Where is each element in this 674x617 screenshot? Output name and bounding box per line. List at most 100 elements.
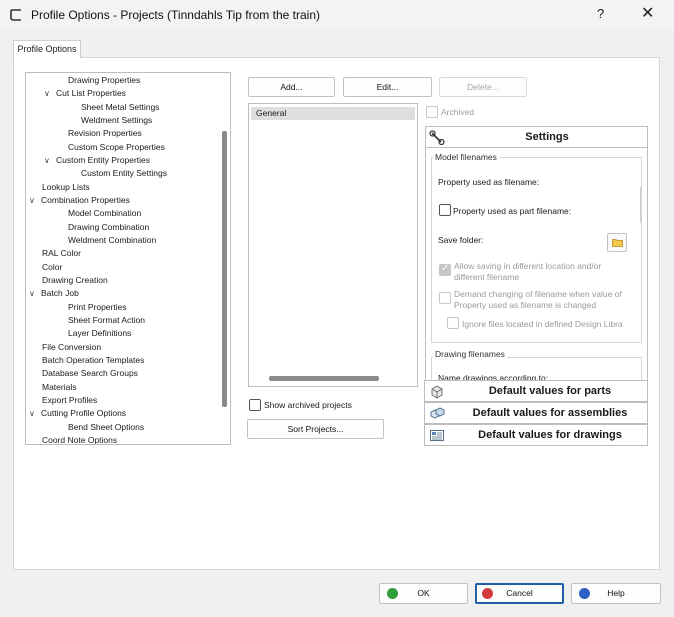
tree-item[interactable]: Weldment Settings	[81, 114, 152, 127]
save-folder-label: Save folder:	[438, 235, 484, 245]
tree-item[interactable]: Color	[42, 261, 62, 274]
tree-item-label: Custom Entity Settings	[81, 168, 167, 179]
tree-item-label: RAL Color	[42, 248, 81, 259]
archived-checkbox[interactable]	[426, 106, 438, 118]
default-values-assemblies-header[interactable]: Default values for assemblies	[424, 402, 648, 424]
cancel-button[interactable]: Cancel	[475, 583, 564, 604]
ignore-files-label: Ignore files located in defined Design L…	[462, 319, 623, 329]
tree-item-label: Coord Note Options	[42, 434, 118, 445]
property-part-checkbox[interactable]	[439, 204, 451, 216]
allow-saving-checkbox[interactable]	[439, 263, 451, 276]
default-values-drawings-header[interactable]: Default values for drawings	[424, 424, 648, 446]
tree-scroll-thumb[interactable]	[222, 131, 227, 407]
cancel-label: Cancel	[506, 588, 533, 598]
edit-button[interactable]: Edit...	[343, 77, 432, 97]
ok-label: OK	[417, 588, 430, 598]
tree-item-label: Bend Sheet Options	[68, 421, 145, 432]
default-values-parts-header[interactable]: Default values for parts	[424, 380, 648, 402]
close-button[interactable]: ✕	[641, 3, 654, 23]
property-part-label: Property used as part filename:	[453, 206, 572, 216]
project-list[interactable]: General	[248, 103, 418, 387]
tree-item[interactable]: File Conversion	[42, 341, 101, 354]
tree-item-label: Revision Properties	[68, 128, 142, 139]
tree-item[interactable]: ∨ Cutting Profile Options	[29, 407, 126, 420]
app-logo-icon	[10, 9, 21, 21]
property-used-label: Property used as filename:	[438, 177, 540, 187]
tree-item[interactable]: RAL Color	[42, 247, 81, 260]
model-filenames-title: Model filenames	[433, 152, 499, 162]
settings-title: Settings	[525, 131, 569, 143]
chevron-down-icon[interactable]: ∨	[29, 287, 41, 300]
settings-header[interactable]: Settings	[426, 127, 647, 148]
tree-item[interactable]: Bend Sheet Options	[68, 421, 144, 434]
title-help-button[interactable]: ?	[597, 6, 604, 21]
tree-item[interactable]: Custom Entity Settings	[81, 167, 167, 180]
tree-item[interactable]: Coord Note Options	[42, 434, 118, 445]
tree-item-label: Cut List Properties	[56, 88, 126, 99]
tree-item-label: Batch Job	[41, 288, 79, 299]
tree-item[interactable]: Weldment Combination	[68, 234, 156, 247]
title-bar: Profile Options - Projects (Tinndahls Ti…	[0, 0, 674, 30]
tree-item[interactable]: Revision Properties	[68, 127, 142, 140]
tree-item[interactable]: Drawing Combination	[68, 221, 149, 234]
tree-item[interactable]: Sheet Metal Settings	[81, 101, 159, 114]
default-values-parts-title: Default values for parts	[488, 385, 612, 397]
delete-button[interactable]: Delete...	[439, 77, 527, 97]
default-values-drawings-title: Default values for drawings	[478, 429, 622, 441]
tree-item[interactable]: Print Properties	[68, 301, 127, 314]
browse-folder-button[interactable]	[607, 233, 627, 252]
tree-item[interactable]: Custom Scope Properties	[68, 141, 165, 154]
demand-change-label-2: Property used as filename is changed	[454, 300, 597, 310]
tree-item[interactable]: Export Profiles	[42, 394, 97, 407]
tree-item[interactable]: Layer Definitions	[68, 327, 131, 340]
tree-item-label: Sheet Format Action	[68, 314, 146, 325]
tab-profile-options[interactable]: Profile Options	[13, 40, 81, 58]
allow-saving-label-2: different filename	[454, 272, 520, 282]
tree-item-label: Export Profiles	[42, 394, 98, 405]
tree-item-label: Database Search Groups	[42, 368, 138, 379]
options-tree[interactable]: Drawing Properties ∨ Cut List Properties Sh…	[25, 72, 231, 445]
drawing-icon	[430, 430, 444, 441]
chevron-down-icon[interactable]: ∨	[44, 87, 56, 100]
tree-item[interactable]: ∨ Combination Properties	[29, 194, 130, 207]
ok-button[interactable]: OK	[379, 583, 468, 604]
tree-item-label: Drawing Combination	[68, 221, 150, 232]
tree-item[interactable]: Lookup Lists	[42, 181, 90, 194]
tree-item[interactable]: Sheet Format Action	[68, 314, 145, 327]
tree-item[interactable]: Batch Operation Templates	[42, 354, 144, 367]
demand-change-checkbox[interactable]	[439, 292, 451, 304]
field-separator	[640, 203, 641, 223]
ignore-files-checkbox[interactable]	[447, 317, 459, 329]
help-label: Help	[607, 588, 625, 598]
tree-item[interactable]: Model Combination	[68, 207, 141, 220]
default-values-assemblies-title: Default values for assemblies	[472, 407, 628, 419]
project-list-hscroll-thumb[interactable]	[269, 376, 379, 381]
allow-saving-label-1: Allow saving in different location and/o…	[454, 261, 602, 271]
chevron-down-icon[interactable]: ∨	[29, 194, 41, 207]
folder-icon	[612, 239, 623, 247]
add-button[interactable]: Add...	[248, 77, 335, 97]
chevron-down-icon[interactable]: ∨	[29, 407, 41, 420]
tree-item-label: Combination Properties	[41, 194, 130, 205]
help-button[interactable]: Help	[571, 583, 661, 604]
list-item[interactable]: General	[251, 107, 415, 120]
tree-item[interactable]: ∨ Cut List Properties	[44, 87, 126, 100]
tree-item[interactable]: ∨ Custom Entity Properties	[44, 154, 150, 167]
tree-item-label: Custom Scope Properties	[68, 141, 165, 152]
chevron-down-icon[interactable]: ∨	[44, 154, 56, 167]
tree-item-label: Drawing Creation	[42, 274, 108, 285]
tree-item[interactable]: Drawing Creation	[42, 274, 108, 287]
assembly-icon	[430, 407, 445, 419]
tree-item-label: Print Properties	[68, 301, 127, 312]
tree-item-label: Materials	[42, 381, 77, 392]
tree-item-label: Batch Operation Templates	[42, 354, 145, 365]
tree-item-label: Drawing Properties	[68, 75, 141, 85]
tree-item[interactable]: Drawing Properties	[68, 74, 140, 87]
tree-item[interactable]: Database Search Groups	[42, 367, 138, 380]
tree-item[interactable]: Materials	[42, 381, 76, 394]
part-icon	[431, 385, 443, 399]
show-archived-checkbox[interactable]	[249, 399, 261, 411]
window-title: Profile Options - Projects (Tinndahls Ti…	[31, 8, 320, 22]
sort-projects-button[interactable]: Sort Projects...	[247, 419, 384, 439]
tree-item[interactable]: ∨ Batch Job	[29, 287, 79, 300]
